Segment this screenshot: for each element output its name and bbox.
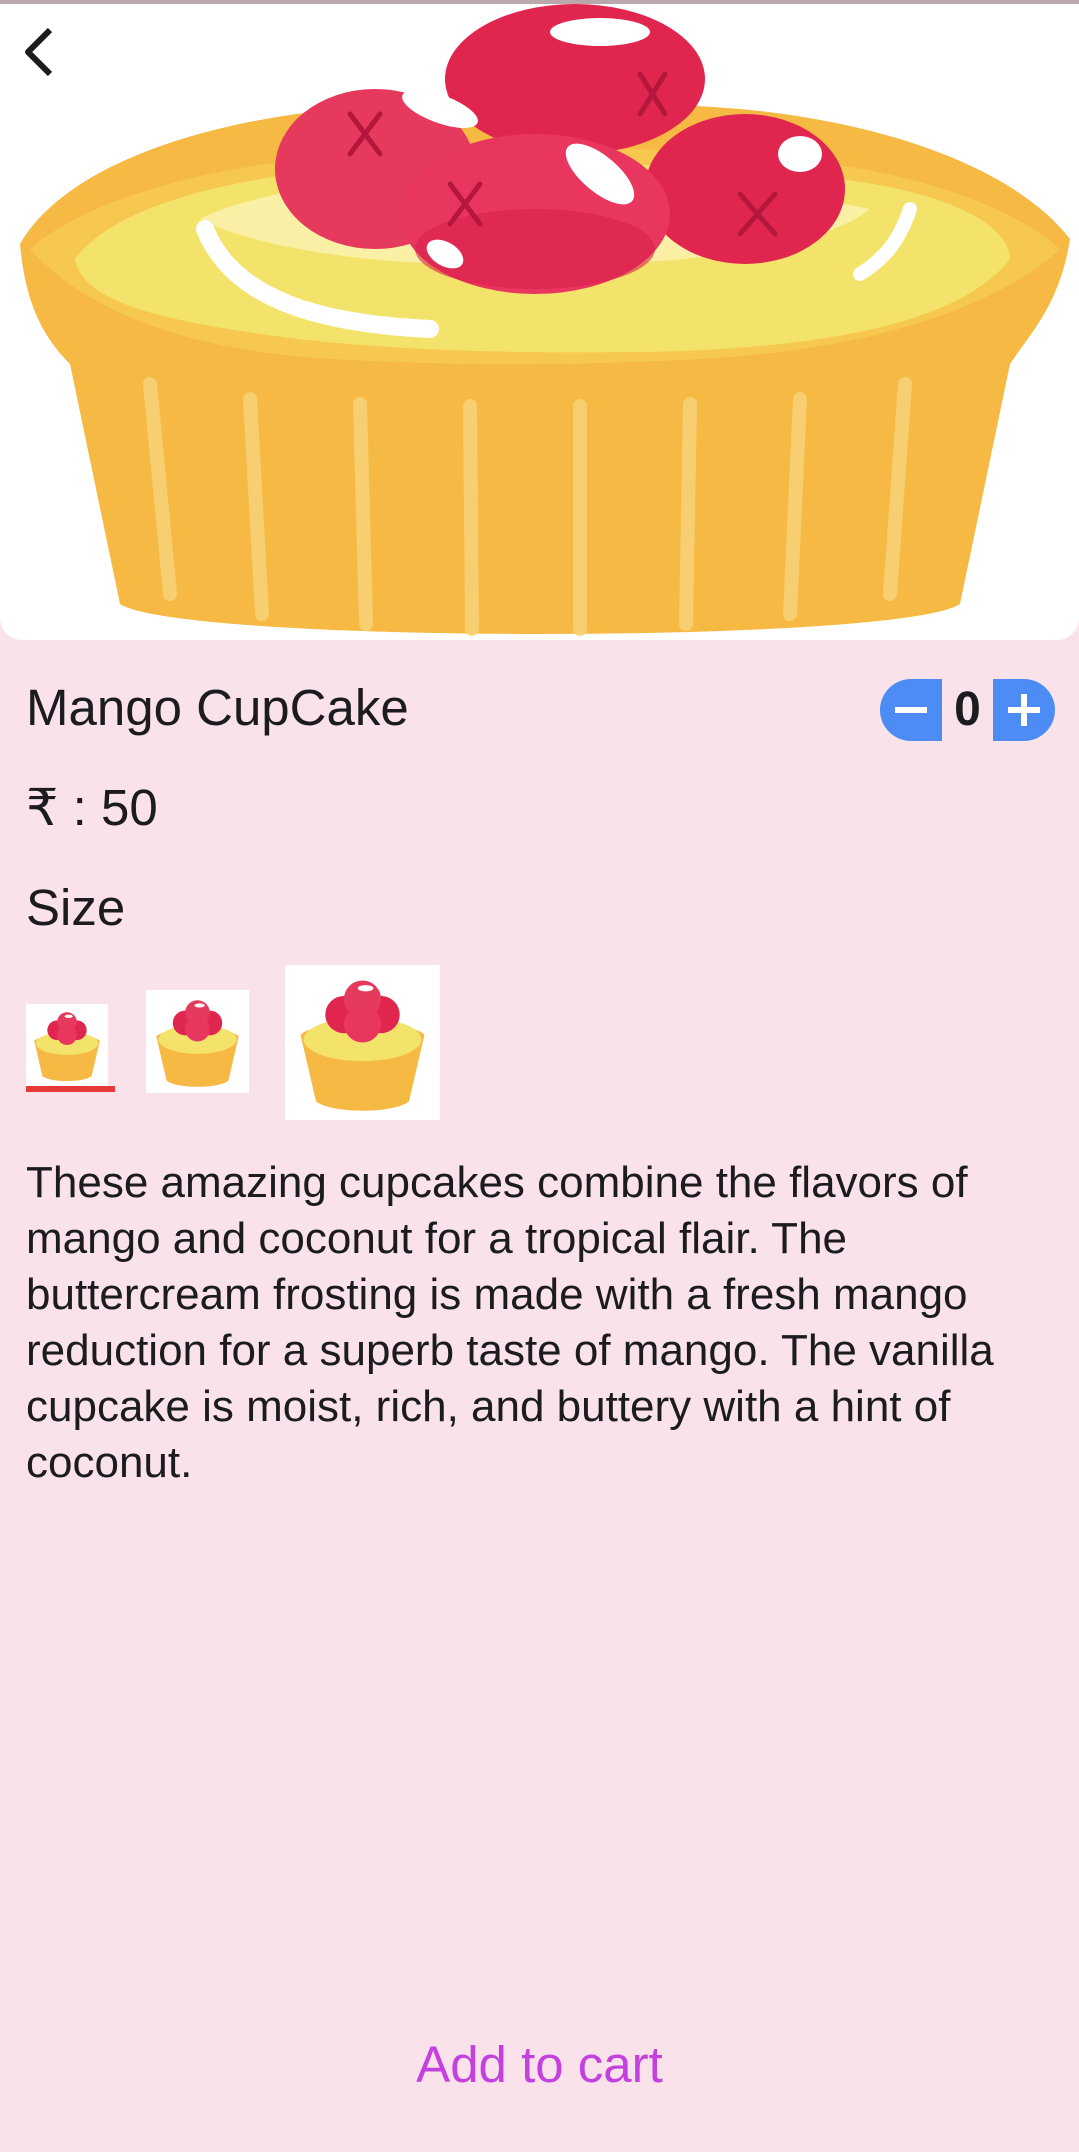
decrement-button[interactable] [880, 679, 942, 741]
size-label: Size [26, 879, 126, 936]
size-option-large[interactable] [285, 965, 440, 1120]
size-option-small[interactable] [26, 1004, 108, 1086]
quantity-value: 0 [954, 683, 981, 736]
cupcake-small-icon [34, 1012, 100, 1082]
add-to-cart-button[interactable]: Add to cart [0, 2030, 1079, 2100]
cupcake-illustration [20, 4, 1070, 636]
selected-size-indicator [26, 1086, 115, 1092]
cupcake-medium-icon [156, 1000, 239, 1087]
cupcake-large-icon [300, 980, 425, 1111]
product-price: ₹ : 50 [26, 779, 158, 836]
product-description: These amazing cupcakes combine the flavo… [26, 1158, 994, 1487]
minus-icon [895, 707, 927, 713]
plus-icon [1008, 694, 1040, 726]
back-button[interactable] [10, 22, 70, 82]
quantity-stepper: 0 [880, 679, 1055, 741]
increment-button[interactable] [993, 679, 1055, 741]
product-hero-image [0, 4, 1079, 640]
chevron-left-icon [25, 27, 53, 77]
product-title: Mango CupCake [26, 679, 409, 736]
size-option-medium[interactable] [146, 990, 249, 1093]
